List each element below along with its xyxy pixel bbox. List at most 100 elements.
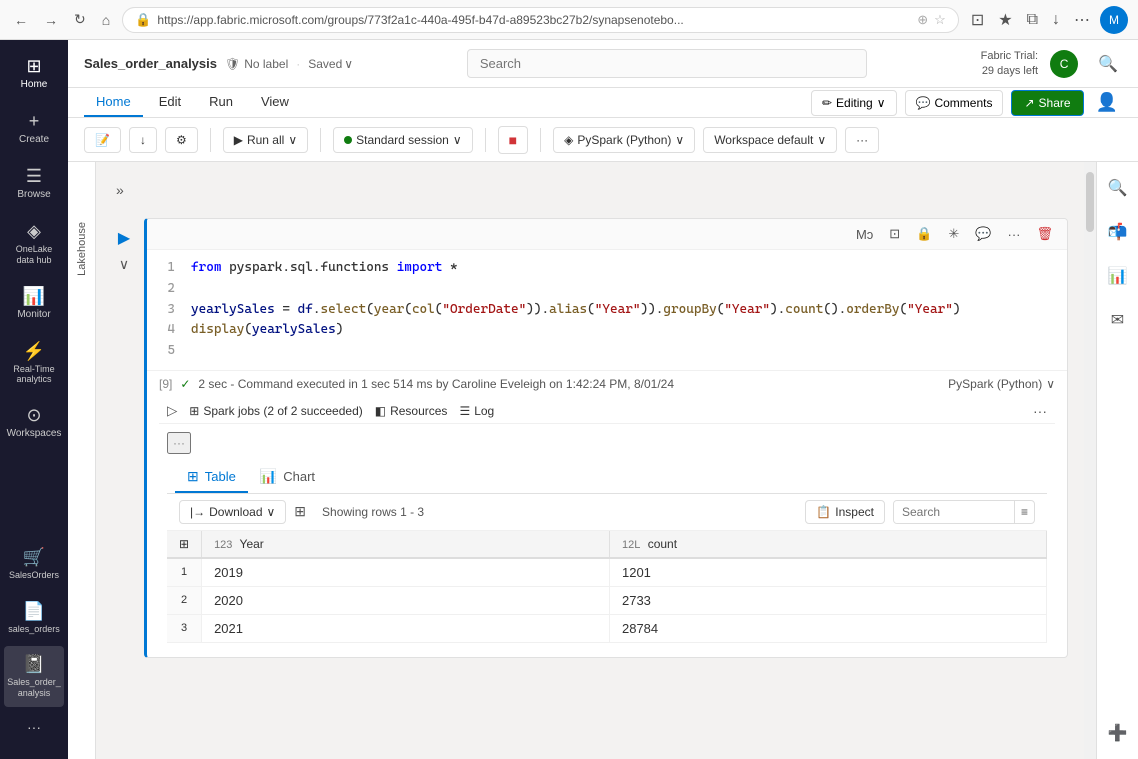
sidebar-item-browse[interactable]: ☰ Browse (4, 158, 64, 209)
file-name: Sales_order_analysis (84, 56, 217, 71)
people-icon-btn[interactable]: 👤 (1092, 88, 1122, 117)
download-icon: ↓ (140, 133, 146, 147)
cell-tool-delete[interactable]: 🗑 (1030, 223, 1059, 245)
cell-tool-more[interactable]: ··· (1001, 224, 1026, 245)
cell-tool-star[interactable]: ✳ (942, 223, 965, 245)
column-header-year: 123 Year (202, 531, 610, 558)
runtime-dropdown-button[interactable]: ∨ (1046, 377, 1055, 391)
cell-chevron-button[interactable]: ∨ (117, 254, 131, 275)
kernel-dropdown[interactable]: ◈ PySpark (Python) ∨ (553, 127, 695, 153)
cell-tool-comment[interactable]: 💬 (969, 223, 997, 245)
right-add-button[interactable]: ➕ (1100, 715, 1136, 751)
browser-action-5[interactable]: ⋯ (1070, 6, 1094, 34)
url-text: https://app.fabric.microsoft.com/groups/… (157, 13, 911, 27)
cell-count-3: 28784 (609, 614, 1046, 642)
inspect-label: Inspect (835, 505, 874, 519)
stop-button[interactable]: ■ (498, 126, 528, 154)
table-header-icon: ⊞ (167, 531, 202, 558)
dot-separator: · (296, 57, 300, 71)
share-button[interactable]: ↗ Share (1011, 90, 1083, 116)
sidebar-item-onelake[interactable]: ◈ OneLakedata hub (4, 213, 64, 274)
right-notifications-button[interactable]: 📬 (1100, 214, 1136, 250)
sidebar-item-analysis[interactable]: 📓 Sales_order_analysis (4, 646, 64, 707)
scrollbar-thumb[interactable] (1086, 172, 1094, 232)
code-area[interactable]: 1 from pyspark.sql.functions import * 2 … (147, 250, 1067, 370)
table-icon-control: ⊞ (294, 503, 306, 520)
user-profile-avatar[interactable]: C (1050, 50, 1078, 78)
spark-log-item[interactable]: ☰ Log (459, 404, 494, 418)
lakehouse-label[interactable]: Lakehouse (76, 222, 88, 276)
cell-run-button[interactable]: ▶ (116, 226, 132, 250)
run-all-button[interactable]: ▶ Run all ∨ (223, 127, 308, 153)
download-button[interactable]: ↓ (129, 127, 157, 153)
tab-edit[interactable]: Edit (147, 88, 193, 117)
more-dots-icon: ··· (27, 719, 41, 735)
tab-run[interactable]: Run (197, 88, 245, 117)
scrollbar[interactable] (1084, 162, 1096, 759)
cell-number: [9] (159, 377, 172, 391)
home-button[interactable]: ⌂ (98, 8, 114, 32)
tab-table[interactable]: ⊞ Table (175, 462, 248, 493)
share-label: Share (1039, 96, 1071, 110)
refresh-button[interactable]: ↻ (70, 7, 90, 32)
comments-button[interactable]: 💬 Comments (905, 90, 1004, 116)
notebook-main[interactable]: » ▶ ∨ Mↄ ⊡ 🔒 ✳ 💬 (96, 162, 1084, 759)
spark-expand-button[interactable]: ▷ (167, 403, 177, 419)
user-avatar[interactable]: M (1100, 6, 1128, 34)
onelake-icon: ◈ (27, 221, 41, 242)
header-search-input[interactable] (467, 49, 867, 78)
workspace-dropdown[interactable]: Workspace default ∨ (703, 127, 837, 153)
cell-count-1: 1201 (609, 558, 1046, 587)
spark-jobs-item[interactable]: ⊞ Spark jobs (2 of 2 succeeded) (189, 404, 362, 418)
spark-more-button[interactable]: ··· (1033, 403, 1047, 419)
trial-line2: 29 days left (981, 64, 1038, 78)
browser-action-1[interactable]: ⊡ (967, 6, 988, 34)
tab-home[interactable]: Home (84, 88, 143, 117)
spark-resources-item[interactable]: ◧ Resources (375, 404, 448, 418)
back-button[interactable]: ← (10, 8, 32, 32)
session-dropdown[interactable]: Standard session ∨ (333, 127, 473, 153)
cell-tool-copy[interactable]: ⊡ (883, 223, 906, 245)
count-type-icon: 12L (622, 539, 640, 551)
browser-action-4[interactable]: ↓ (1048, 7, 1064, 33)
no-label-badge[interactable]: 🛡 No label (225, 57, 288, 71)
more-options-label: ··· (856, 133, 868, 147)
saved-label: Saved (308, 57, 342, 71)
search-top-button[interactable]: 🔍 (1094, 50, 1122, 78)
tab-chart[interactable]: 📊 Chart (248, 462, 327, 493)
collapse-button[interactable]: » (112, 178, 128, 202)
saved-button[interactable]: Saved ∨ (308, 57, 353, 71)
tab-view[interactable]: View (249, 88, 301, 117)
browser-action-3[interactable]: ⧉ (1023, 7, 1042, 33)
settings-button[interactable]: ⚙ (165, 127, 198, 153)
editing-button[interactable]: ✏ Editing ∨ (811, 90, 897, 116)
url-bar[interactable]: 🔒 https://app.fabric.microsoft.com/group… (122, 7, 959, 33)
sidebar-item-more[interactable]: ··· (4, 711, 64, 743)
monitor-icon: 📊 (23, 286, 45, 307)
more-options-button[interactable]: ··· (845, 127, 879, 153)
right-mail-button[interactable]: ✉ (1103, 302, 1132, 338)
sidebar-item-realtime[interactable]: ⚡ Real-Timeanalytics (4, 333, 64, 394)
browse-icon: ☰ (26, 166, 42, 187)
right-chart-button[interactable]: 📊 (1100, 258, 1136, 294)
add-cell-button[interactable]: 📝 (84, 127, 121, 153)
table-filter-button[interactable]: ≡ (1014, 501, 1034, 523)
sidebar-item-sales-orders-file[interactable]: 📄 sales_orders (4, 593, 64, 643)
forward-button[interactable]: → (40, 8, 62, 32)
code-line-4: 4 display(yearlySales) (159, 320, 1055, 341)
sidebar-item-salesorders[interactable]: 🛒 SalesOrders (4, 539, 64, 589)
cell-tool-md[interactable]: Mↄ (850, 224, 879, 245)
data-output-more-button[interactable]: ··· (167, 432, 191, 454)
inspect-button[interactable]: 📋 Inspect (805, 500, 885, 524)
sidebar-item-workspaces[interactable]: ⊙ Workspaces (4, 397, 64, 448)
sidebar-item-create[interactable]: + Create (4, 103, 64, 154)
bookmark-icon: ☆ (934, 12, 946, 28)
download-data-button[interactable]: |→ Download ∨ (179, 500, 286, 524)
right-search-button[interactable]: 🔍 (1100, 170, 1136, 206)
cell-tool-lock[interactable]: 🔒 (910, 223, 938, 245)
table-search-input[interactable] (894, 501, 1014, 523)
kernel-label: PySpark (Python) (577, 133, 671, 147)
sidebar-item-home[interactable]: ⊞ Home (4, 48, 64, 99)
sidebar-item-monitor[interactable]: 📊 Monitor (4, 278, 64, 329)
browser-action-2[interactable]: ★ (994, 6, 1016, 34)
